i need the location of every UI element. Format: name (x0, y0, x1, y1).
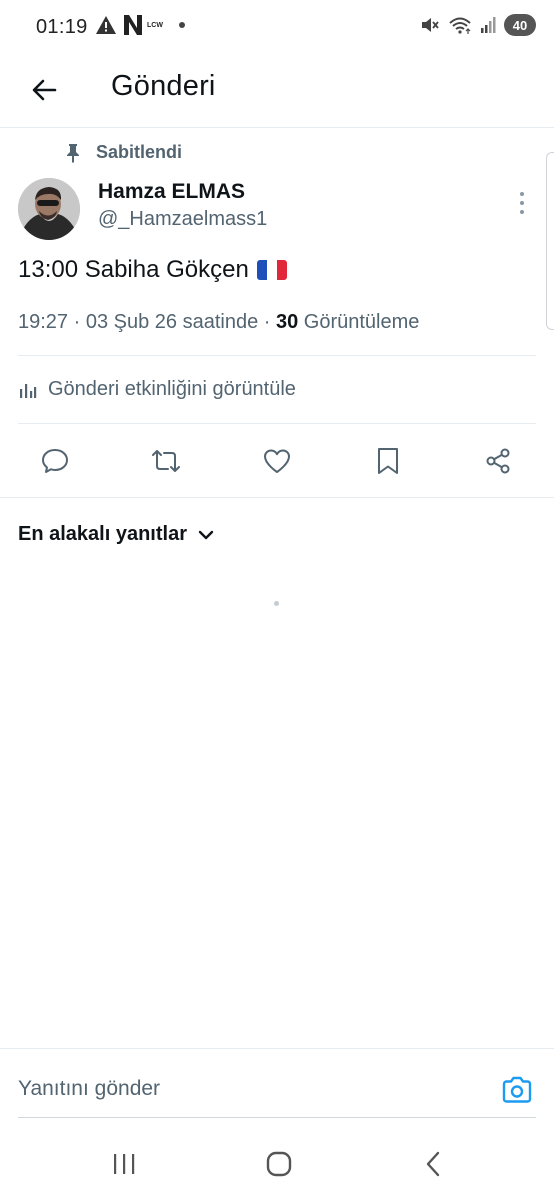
loading-indicator (274, 601, 279, 606)
like-button[interactable] (256, 440, 298, 482)
more-dot (520, 210, 524, 214)
post-text: 13:00 Sabiha Gökçen (18, 256, 287, 284)
chevron-left-icon (426, 1151, 440, 1177)
activity-label: Gönderi etkinliğini görüntüle (48, 378, 296, 400)
analytics-icon (20, 383, 37, 398)
mute-icon (422, 18, 439, 32)
bookmark-icon (378, 448, 398, 474)
status-time: 01:19 (36, 16, 88, 38)
more-options-button[interactable] (512, 190, 532, 216)
battery-icon: 40 (504, 14, 536, 36)
post-activity-link[interactable]: Gönderi etkinliğini görüntüle (18, 378, 296, 401)
replies-sort-dropdown[interactable]: En alakalı yanıtlar (18, 523, 215, 546)
bookmark-button[interactable] (367, 440, 409, 482)
warning-icon (96, 16, 116, 34)
share-button[interactable] (477, 440, 519, 482)
post-meta: 19:27 · 03 Şub 26 saatinde · 30 Görüntül… (18, 311, 419, 334)
system-navigation-bar (0, 1128, 554, 1200)
n-app-icon (124, 15, 142, 35)
scroll-indicator (546, 152, 554, 330)
comment-icon (42, 449, 68, 473)
repost-icon (152, 450, 180, 472)
camera-button[interactable] (500, 1073, 534, 1107)
recent-apps-icon (114, 1154, 135, 1174)
pinned-indicator: Sabitlendi (64, 142, 182, 163)
signal-icon (481, 17, 496, 33)
author-name[interactable]: Hamza ELMAS (98, 180, 245, 204)
reply-input-underline (18, 1117, 536, 1118)
system-back-button[interactable] (414, 1146, 454, 1182)
author-handle[interactable]: @_Hamzaelmass1 (98, 208, 267, 231)
post-timestamp: 19:27 · 03 Şub 26 saatinde · (18, 311, 276, 333)
avatar-photo (18, 178, 80, 240)
home-icon (266, 1151, 292, 1177)
post-text-content: 13:00 Sabiha Gökçen (18, 256, 249, 283)
home-button[interactable] (259, 1146, 299, 1182)
views-count: 30 (275, 311, 299, 333)
divider (0, 497, 554, 498)
france-flag-emoji (256, 260, 287, 280)
reply-input[interactable] (18, 1077, 458, 1101)
views-label: Görüntüleme (298, 311, 420, 333)
chevron-down-icon (198, 530, 214, 539)
pin-icon (67, 143, 79, 163)
more-dot (520, 201, 524, 205)
status-system-icons: 40 (420, 14, 536, 36)
status-bar: 01:19 LCW 40 (0, 0, 554, 56)
top-app-bar: Gönderi (0, 56, 554, 128)
post-actions-bar (0, 440, 554, 482)
reply-composer (0, 1048, 554, 1128)
arrow-left-icon (32, 79, 57, 101)
lcw-badge: LCW (147, 21, 163, 29)
recent-apps-button[interactable] (104, 1146, 144, 1182)
pinned-label: Sabitlendi (96, 142, 183, 162)
back-button[interactable] (24, 70, 64, 110)
status-notification-icons: LCW (95, 14, 187, 36)
page-title: Gönderi (111, 70, 216, 102)
dot-icon (178, 22, 185, 28)
divider (18, 423, 536, 424)
wifi-icon (449, 17, 471, 34)
camera-icon (502, 1076, 532, 1103)
heart-icon (264, 449, 290, 473)
divider (18, 355, 536, 356)
reply-button[interactable] (34, 440, 76, 482)
avatar[interactable] (18, 178, 80, 240)
sort-label: En alakalı yanıtlar (18, 523, 187, 545)
share-icon (486, 448, 510, 474)
more-dot (520, 192, 524, 196)
repost-button[interactable] (145, 440, 187, 482)
